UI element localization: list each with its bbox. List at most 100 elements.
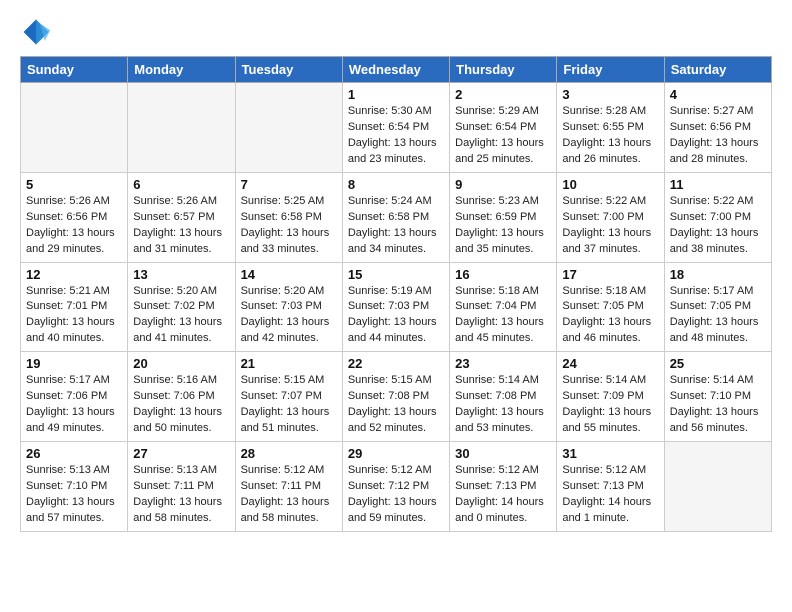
day-number: 10	[562, 177, 658, 192]
day-number: 29	[348, 446, 444, 461]
day-info: Sunrise: 5:13 AM Sunset: 7:10 PM Dayligh…	[26, 463, 122, 527]
day-number: 2	[455, 87, 551, 102]
day-header-tuesday: Tuesday	[235, 57, 342, 83]
calendar-cell: 14 Sunrise: 5:20 AM Sunset: 7:03 PM Dayli…	[235, 262, 342, 352]
day-number: 26	[26, 446, 122, 461]
day-number: 3	[562, 87, 658, 102]
day-info: Sunrise: 5:12 AM Sunset: 7:13 PM Dayligh…	[455, 463, 551, 527]
day-info: Sunrise: 5:15 AM Sunset: 7:08 PM Dayligh…	[348, 373, 444, 437]
day-number: 22	[348, 356, 444, 371]
calendar-week-3: 19Sunrise: 5:17 AM Sunset: 7:06 PM Dayli…	[21, 352, 772, 442]
calendar-cell: 10Sunrise: 5:22 AM Sunset: 7:00 PM Dayli…	[557, 172, 664, 262]
day-info: Sunrise: 5:29 AM Sunset: 6:54 PM Dayligh…	[455, 104, 551, 168]
day-number: 18	[670, 267, 766, 282]
day-number: 6	[133, 177, 229, 192]
calendar-cell: 26 Sunrise: 5:13 AM Sunset: 7:10 PM Dayli…	[21, 442, 128, 532]
calendar-cell: 13 Sunrise: 5:20 AM Sunset: 7:02 PM Dayli…	[128, 262, 235, 352]
day-header-wednesday: Wednesday	[342, 57, 449, 83]
day-info: Sunrise: 5:12 AM Sunset: 7:13 PM Dayligh…	[562, 463, 658, 527]
day-info: Sunrise: 5:12 AM Sunset: 7:11 PM Dayligh…	[241, 463, 337, 527]
day-info: Sunrise: 5:14 AM Sunset: 7:09 PM Dayligh…	[562, 373, 658, 437]
logo	[20, 16, 52, 48]
day-number: 4	[670, 87, 766, 102]
day-number: 21	[241, 356, 337, 371]
calendar-cell: 25 Sunrise: 5:14 AM Sunset: 7:10 PM Dayli…	[664, 352, 771, 442]
day-info: Sunrise: 5:19 AM Sunset: 7:03 PM Dayligh…	[348, 284, 444, 348]
day-header-sunday: Sunday	[21, 57, 128, 83]
calendar-cell: 11 Sunrise: 5:22 AM Sunset: 7:00 PM Dayli…	[664, 172, 771, 262]
calendar-week-1: 5 Sunrise: 5:26 AM Sunset: 6:56 PM Daylig…	[21, 172, 772, 262]
day-info: Sunrise: 5:18 AM Sunset: 7:05 PM Dayligh…	[562, 284, 658, 348]
calendar-cell: 18 Sunrise: 5:17 AM Sunset: 7:05 PM Dayli…	[664, 262, 771, 352]
calendar-header-row: SundayMondayTuesdayWednesdayThursdayFrid…	[21, 57, 772, 83]
calendar-cell: 30 Sunrise: 5:12 AM Sunset: 7:13 PM Dayli…	[450, 442, 557, 532]
calendar-week-0: 1Sunrise: 5:30 AM Sunset: 6:54 PM Daylig…	[21, 83, 772, 173]
calendar-cell: 6 Sunrise: 5:26 AM Sunset: 6:57 PM Daylig…	[128, 172, 235, 262]
day-info: Sunrise: 5:17 AM Sunset: 7:05 PM Dayligh…	[670, 284, 766, 348]
calendar-cell: 24 Sunrise: 5:14 AM Sunset: 7:09 PM Dayli…	[557, 352, 664, 442]
day-number: 28	[241, 446, 337, 461]
calendar-cell: 23 Sunrise: 5:14 AM Sunset: 7:08 PM Dayli…	[450, 352, 557, 442]
day-info: Sunrise: 5:16 AM Sunset: 7:06 PM Dayligh…	[133, 373, 229, 437]
calendar-cell: 27Sunrise: 5:13 AM Sunset: 7:11 PM Dayli…	[128, 442, 235, 532]
calendar-cell: 1Sunrise: 5:30 AM Sunset: 6:54 PM Daylig…	[342, 83, 449, 173]
calendar-cell: 31 Sunrise: 5:12 AM Sunset: 7:13 PM Dayli…	[557, 442, 664, 532]
day-header-thursday: Thursday	[450, 57, 557, 83]
day-number: 17	[562, 267, 658, 282]
day-info: Sunrise: 5:27 AM Sunset: 6:56 PM Dayligh…	[670, 104, 766, 168]
day-info: Sunrise: 5:12 AM Sunset: 7:12 PM Dayligh…	[348, 463, 444, 527]
day-number: 27	[133, 446, 229, 461]
calendar-cell: 12 Sunrise: 5:21 AM Sunset: 7:01 PM Dayli…	[21, 262, 128, 352]
day-number: 13	[133, 267, 229, 282]
day-info: Sunrise: 5:25 AM Sunset: 6:58 PM Dayligh…	[241, 194, 337, 258]
logo-icon	[20, 16, 52, 48]
day-info: Sunrise: 5:22 AM Sunset: 7:00 PM Dayligh…	[670, 194, 766, 258]
calendar-cell: 28 Sunrise: 5:12 AM Sunset: 7:11 PM Dayli…	[235, 442, 342, 532]
day-info: Sunrise: 5:18 AM Sunset: 7:04 PM Dayligh…	[455, 284, 551, 348]
day-number: 9	[455, 177, 551, 192]
day-info: Sunrise: 5:14 AM Sunset: 7:10 PM Dayligh…	[670, 373, 766, 437]
day-number: 24	[562, 356, 658, 371]
calendar-cell	[128, 83, 235, 173]
calendar-cell: 19Sunrise: 5:17 AM Sunset: 7:06 PM Dayli…	[21, 352, 128, 442]
day-info: Sunrise: 5:20 AM Sunset: 7:02 PM Dayligh…	[133, 284, 229, 348]
day-number: 14	[241, 267, 337, 282]
day-info: Sunrise: 5:21 AM Sunset: 7:01 PM Dayligh…	[26, 284, 122, 348]
calendar-cell: 7Sunrise: 5:25 AM Sunset: 6:58 PM Daylig…	[235, 172, 342, 262]
calendar-cell: 4 Sunrise: 5:27 AM Sunset: 6:56 PM Daylig…	[664, 83, 771, 173]
calendar-cell: 2 Sunrise: 5:29 AM Sunset: 6:54 PM Daylig…	[450, 83, 557, 173]
calendar-cell: 15 Sunrise: 5:19 AM Sunset: 7:03 PM Dayli…	[342, 262, 449, 352]
calendar-cell: 5 Sunrise: 5:26 AM Sunset: 6:56 PM Daylig…	[21, 172, 128, 262]
calendar-cell: 8Sunrise: 5:24 AM Sunset: 6:58 PM Daylig…	[342, 172, 449, 262]
day-info: Sunrise: 5:24 AM Sunset: 6:58 PM Dayligh…	[348, 194, 444, 258]
calendar-cell	[235, 83, 342, 173]
day-info: Sunrise: 5:17 AM Sunset: 7:06 PM Dayligh…	[26, 373, 122, 437]
calendar-cell: 9 Sunrise: 5:23 AM Sunset: 6:59 PM Daylig…	[450, 172, 557, 262]
day-number: 25	[670, 356, 766, 371]
day-info: Sunrise: 5:20 AM Sunset: 7:03 PM Dayligh…	[241, 284, 337, 348]
day-info: Sunrise: 5:28 AM Sunset: 6:55 PM Dayligh…	[562, 104, 658, 168]
calendar-cell: 29 Sunrise: 5:12 AM Sunset: 7:12 PM Dayli…	[342, 442, 449, 532]
day-header-monday: Monday	[128, 57, 235, 83]
day-number: 30	[455, 446, 551, 461]
calendar-cell: 17 Sunrise: 5:18 AM Sunset: 7:05 PM Dayli…	[557, 262, 664, 352]
day-number: 31	[562, 446, 658, 461]
day-number: 23	[455, 356, 551, 371]
day-number: 11	[670, 177, 766, 192]
day-number: 5	[26, 177, 122, 192]
calendar-week-2: 12 Sunrise: 5:21 AM Sunset: 7:01 PM Dayli…	[21, 262, 772, 352]
day-number: 16	[455, 267, 551, 282]
calendar-table: SundayMondayTuesdayWednesdayThursdayFrid…	[20, 56, 772, 532]
day-header-saturday: Saturday	[664, 57, 771, 83]
day-number: 12	[26, 267, 122, 282]
calendar-cell	[664, 442, 771, 532]
day-info: Sunrise: 5:15 AM Sunset: 7:07 PM Dayligh…	[241, 373, 337, 437]
calendar-cell: 21 Sunrise: 5:15 AM Sunset: 7:07 PM Dayli…	[235, 352, 342, 442]
day-number: 15	[348, 267, 444, 282]
day-info: Sunrise: 5:26 AM Sunset: 6:56 PM Dayligh…	[26, 194, 122, 258]
day-info: Sunrise: 5:23 AM Sunset: 6:59 PM Dayligh…	[455, 194, 551, 258]
calendar-cell: 16 Sunrise: 5:18 AM Sunset: 7:04 PM Dayli…	[450, 262, 557, 352]
day-header-friday: Friday	[557, 57, 664, 83]
day-info: Sunrise: 5:26 AM Sunset: 6:57 PM Dayligh…	[133, 194, 229, 258]
day-info: Sunrise: 5:14 AM Sunset: 7:08 PM Dayligh…	[455, 373, 551, 437]
